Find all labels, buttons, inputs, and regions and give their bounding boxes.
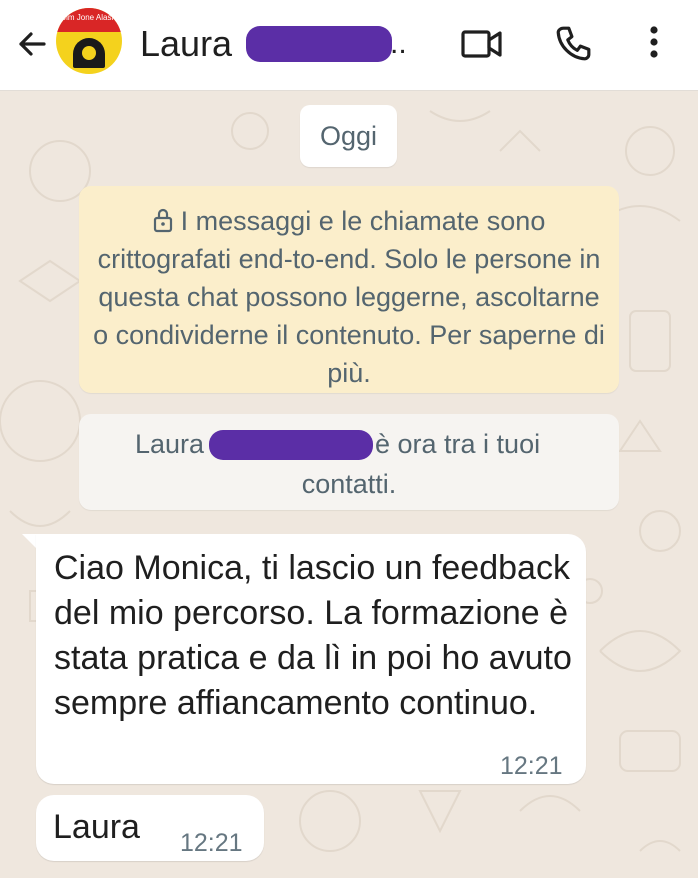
date-chip: Oggi <box>300 105 397 167</box>
message-bubble[interactable]: Ciao Monica, ti lascio un feedback del m… <box>36 534 586 784</box>
contact-name[interactable]: Laura <box>140 22 232 66</box>
contact-notice-line2: contatti. <box>301 469 397 499</box>
message-time: 12:21 <box>180 829 243 857</box>
name-ellipsis: .. <box>390 27 407 60</box>
encryption-notice[interactable]: I messaggi e le chiamate sono crittograf… <box>79 186 619 393</box>
arrow-left-icon[interactable] <box>14 26 50 62</box>
message-time: 12:21 <box>500 752 563 780</box>
contact-notice-line1-tail: è ora tra i tuoi <box>375 429 541 459</box>
message-bubble[interactable]: Laura 12:21 <box>36 795 264 861</box>
message-text: Laura <box>53 808 140 846</box>
redaction-mark <box>209 430 373 460</box>
voice-call-icon[interactable] <box>554 24 592 62</box>
contact-avatar[interactable]: Jim Jone Alash <box>56 8 122 74</box>
chat-header: Jim Jone Alash Laura .. <box>0 0 698 91</box>
lock-icon <box>153 208 172 233</box>
message-text: Ciao Monica, ti lascio un feedback del m… <box>54 549 572 722</box>
contact-added-notice: Laura è ora tra i tuoi contatti. <box>79 414 619 510</box>
encryption-notice-text: I messaggi e le chiamate sono crittograf… <box>93 206 605 388</box>
more-vert-icon[interactable] <box>648 22 660 62</box>
contact-notice-name: Laura <box>135 429 205 459</box>
redaction-mark <box>246 26 392 62</box>
video-call-icon[interactable] <box>460 26 504 62</box>
avatar-text: Jim Jone Alash <box>62 13 116 22</box>
